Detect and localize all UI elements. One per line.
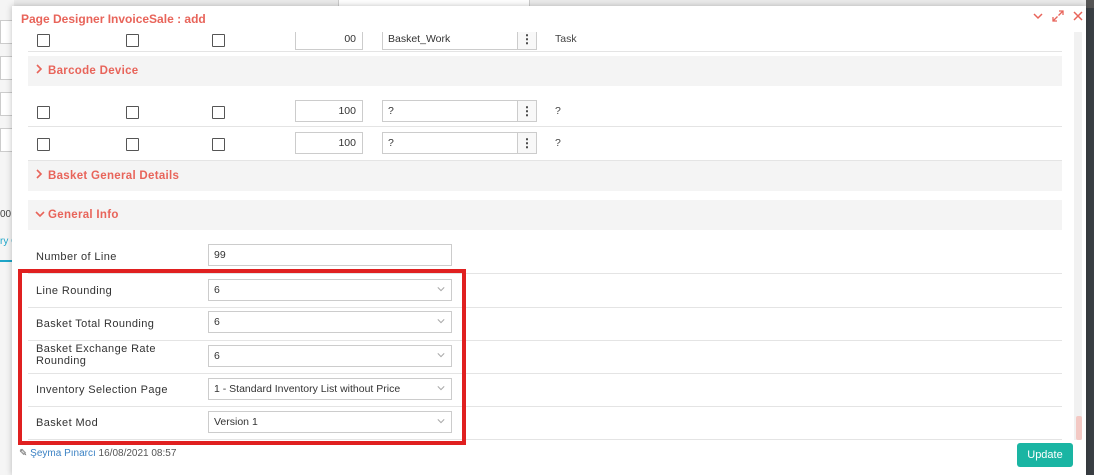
modal-content[interactable]: 00 Basket_Work ⋮ Task Barcode Device 100…: [28, 32, 1062, 440]
number-input[interactable]: 100: [295, 132, 363, 154]
text-input[interactable]: ?: [382, 132, 520, 154]
modal-header: Page Designer InvoiceSale : add: [12, 6, 1086, 32]
page-designer-modal: Page Designer InvoiceSale : add 00 Baske…: [12, 6, 1086, 475]
text-input[interactable]: Basket_Work: [382, 32, 520, 50]
selected-value: 6: [214, 350, 220, 362]
selected-value: Version 1: [214, 416, 258, 428]
form-row-line-rounding: Line Rounding 6: [28, 274, 1062, 308]
background-value: 00: [0, 209, 12, 220]
table-row: 100 ? ⋮ ?: [28, 127, 1062, 161]
vertical-dots-icon[interactable]: ⋮: [517, 100, 537, 122]
expand-icon[interactable]: [1050, 10, 1066, 26]
row-description: ?: [555, 105, 561, 117]
number-of-line-input[interactable]: 99: [208, 244, 452, 266]
close-icon[interactable]: [1070, 10, 1086, 26]
form-row-inventory-selection-page: Inventory Selection Page 1 - Standard In…: [28, 373, 1062, 407]
section-basket-general-details[interactable]: Basket General Details: [28, 161, 1062, 191]
basket-mod-select[interactable]: Version 1: [208, 411, 452, 433]
chevron-down-icon: [437, 419, 445, 424]
checkbox[interactable]: [212, 106, 225, 119]
selected-value: 6: [214, 316, 220, 328]
modal-title: Page Designer InvoiceSale : add: [21, 12, 206, 26]
vertical-dots-icon[interactable]: ⋮: [517, 32, 537, 50]
checkbox[interactable]: [212, 34, 225, 47]
chevron-down-icon: [437, 386, 445, 391]
line-rounding-select[interactable]: 6: [208, 279, 452, 301]
chevron-down-icon: [437, 353, 445, 358]
scrollbar-track[interactable]: [1074, 32, 1082, 440]
checkbox[interactable]: [37, 106, 50, 119]
background-corner: [1086, 0, 1094, 8]
section-label: Barcode Device: [48, 65, 139, 77]
inventory-selection-page-select[interactable]: 1 - Standard Inventory List without Pric…: [208, 378, 452, 400]
last-edit-info: ✎ Şeyma Pınarcı 16/08/2021 08:57: [19, 448, 176, 459]
chevron-right-icon: [35, 64, 43, 77]
inventory-selection-page-label: Inventory Selection Page: [36, 384, 168, 396]
chevron-down-icon[interactable]: [1030, 10, 1046, 26]
form-row-number-of-line: Number of Line 99: [28, 240, 1062, 274]
scrollbar-thumb[interactable]: [1076, 416, 1082, 440]
basket-total-rounding-label: Basket Total Rounding: [36, 318, 155, 330]
edit-timestamp: 16/08/2021 08:57: [98, 448, 177, 459]
form-row-basket-exchange-rate-rounding: Basket Exchange Rate Rounding 6: [28, 340, 1062, 374]
section-label: General Info: [48, 209, 119, 221]
chevron-down-icon: [437, 287, 445, 292]
chevron-right-icon: [35, 169, 43, 182]
chevron-down-icon: [437, 319, 445, 324]
form-row-basket-total-rounding: Basket Total Rounding 6: [28, 307, 1062, 341]
section-general-info[interactable]: General Info: [28, 200, 1062, 230]
number-input[interactable]: 00: [295, 32, 363, 50]
section-barcode-device[interactable]: Barcode Device: [28, 56, 1062, 86]
basket-exchange-rate-rounding-label: Basket Exchange Rate Rounding: [36, 343, 156, 367]
editor-name[interactable]: Şeyma Pınarcı: [30, 448, 96, 459]
table-row: 100 ? ⋮ ?: [28, 93, 1062, 127]
row-description: ?: [555, 137, 561, 149]
checkbox[interactable]: [126, 138, 139, 151]
vertical-dots-icon[interactable]: ⋮: [517, 132, 537, 154]
text-input[interactable]: ?: [382, 100, 520, 122]
checkbox[interactable]: [126, 34, 139, 47]
basket-mod-label: Basket Mod: [36, 417, 99, 429]
line-rounding-label: Line Rounding: [36, 285, 113, 297]
selected-value: 6: [214, 284, 220, 296]
number-input[interactable]: 100: [295, 100, 363, 122]
number-of-line-label: Number of Line: [36, 251, 117, 263]
checkbox[interactable]: [126, 106, 139, 119]
section-label: Basket General Details: [48, 170, 180, 182]
pencil-icon: ✎: [19, 448, 28, 459]
basket-total-rounding-select[interactable]: 6: [208, 311, 452, 333]
row-description: Task: [555, 33, 577, 45]
table-row: 00 Basket_Work ⋮ Task: [28, 32, 1062, 52]
update-button[interactable]: Update: [1017, 443, 1073, 467]
form-row-basket-mod: Basket Mod Version 1: [28, 406, 1062, 440]
checkbox[interactable]: [37, 138, 50, 151]
chevron-down-icon: [35, 209, 45, 221]
background-page-right: [1086, 0, 1094, 475]
selected-value: 1 - Standard Inventory List without Pric…: [214, 383, 401, 395]
checkbox[interactable]: [212, 138, 225, 151]
checkbox[interactable]: [37, 34, 50, 47]
basket-exchange-rate-rounding-select[interactable]: 6: [208, 345, 452, 367]
